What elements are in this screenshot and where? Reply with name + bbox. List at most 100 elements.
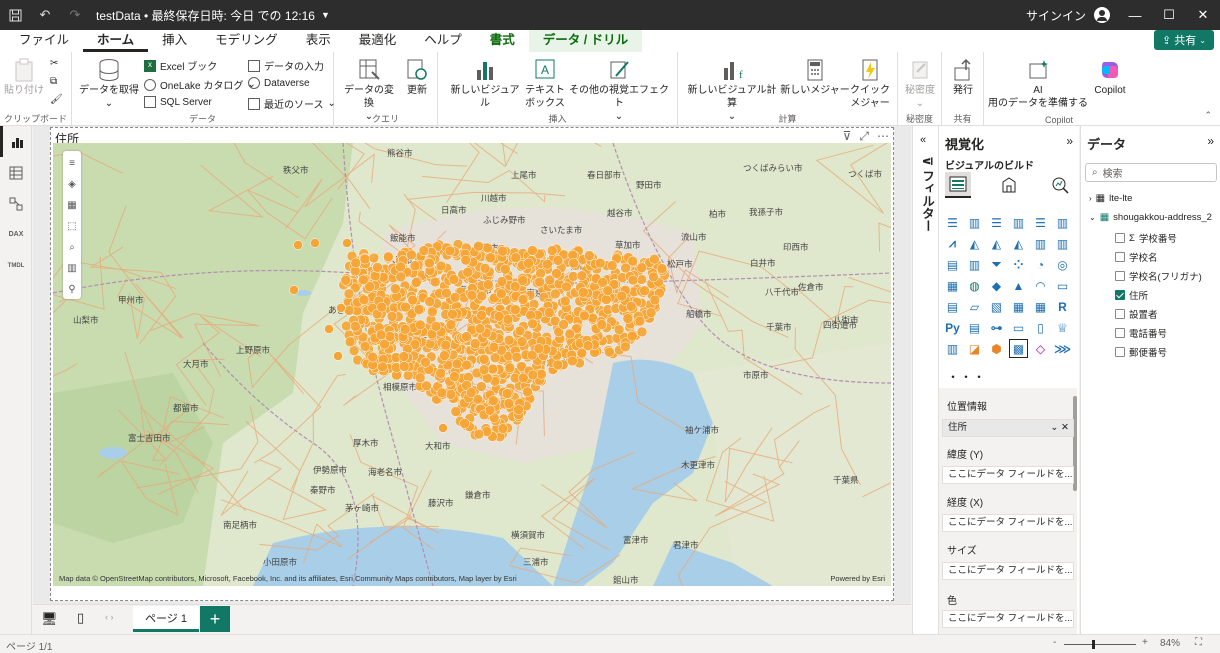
new-visual-button[interactable]: 新しいビジュアル [446,58,524,110]
location-marker[interactable] [568,257,579,269]
line-chart-icon[interactable]: ⩘ [944,235,961,252]
location-marker[interactable] [402,370,414,381]
donut-chart-icon[interactable]: ◎ [1054,256,1071,273]
field-item[interactable]: Σ 学校番号 [1115,231,1177,245]
location-marker[interactable] [377,361,388,373]
location-marker[interactable] [497,245,508,257]
100-column-icon[interactable]: ▥ [1054,214,1071,231]
location-marker[interactable] [289,285,299,295]
location-marker[interactable] [578,287,589,298]
location-marker[interactable] [527,245,538,256]
location-marker[interactable] [341,320,352,332]
kpi-icon[interactable]: ▱ [966,298,983,315]
format-painter-icon[interactable]: 🖌 [50,94,63,105]
clustered-column-icon[interactable]: ▥ [1010,214,1027,231]
filter-pane[interactable]: « ⊽ フィルター [912,126,938,634]
location-marker[interactable] [424,296,435,307]
location-marker[interactable] [616,290,628,302]
location-marker[interactable] [448,274,460,285]
copilot-button[interactable]: Copilot [1088,58,1132,97]
select-icon[interactable]: ⬚ [66,218,78,234]
clustered-bar-icon[interactable]: ☰ [988,214,1005,231]
location-marker[interactable] [367,351,378,363]
tab-format[interactable]: 書式 [476,30,529,52]
undo-icon[interactable]: ↶ [30,0,60,30]
location-marker[interactable] [627,255,638,267]
location-marker[interactable] [504,362,516,374]
location-marker[interactable] [622,313,634,324]
narrative-icon[interactable]: ▯ [1032,319,1049,336]
signin[interactable]: サインイン [1026,0,1110,30]
tab-view[interactable]: 表示 [292,30,345,52]
location-marker[interactable] [372,262,383,273]
location-marker[interactable] [552,255,564,266]
location-marker[interactable] [383,251,394,263]
well-color[interactable]: ここにデータ フィールドを... [942,610,1074,628]
location-marker[interactable] [516,336,528,347]
filled-map-icon[interactable]: ◆ [988,277,1005,294]
location-marker[interactable] [421,380,432,392]
publish-button[interactable]: 発行 [944,58,982,97]
field-checkbox[interactable] [1115,309,1125,319]
area-100-icon[interactable]: ◭ [1010,235,1027,252]
location-marker[interactable] [551,268,562,279]
location-marker[interactable] [503,334,515,346]
location-marker[interactable] [343,288,355,300]
location-marker[interactable] [564,328,576,340]
location-marker[interactable] [579,310,590,322]
location-marker[interactable] [483,279,494,290]
collapse-ribbon-icon[interactable]: ⌃ [1204,110,1212,121]
location-marker[interactable] [407,294,418,306]
location-marker[interactable] [461,359,472,371]
location-marker[interactable] [473,240,484,252]
location-marker[interactable] [500,263,511,275]
zoom-out-button[interactable]: - [1053,637,1056,648]
location-marker[interactable] [523,258,534,269]
field-item[interactable]: 電話番号 [1115,326,1167,340]
copy-icon[interactable]: ⧉ [50,76,57,87]
field-checkbox[interactable] [1115,252,1125,262]
location-marker[interactable] [413,304,425,315]
field-checkbox[interactable] [1115,328,1125,338]
location-marker[interactable] [465,387,477,398]
location-marker[interactable] [474,323,486,334]
location-marker[interactable] [604,346,615,358]
excel-button[interactable]: x Excel ブック [144,58,217,73]
location-marker[interactable] [582,340,594,351]
location-marker[interactable] [482,242,493,254]
location-marker[interactable] [649,294,661,306]
location-marker[interactable] [340,275,351,286]
location-marker[interactable] [469,338,481,349]
location-marker[interactable] [441,287,452,299]
location-marker[interactable] [649,253,660,265]
location-marker[interactable] [558,319,569,330]
location-marker[interactable] [445,319,457,330]
zoom-in-button[interactable]: + [1142,637,1148,648]
multirow-card-icon[interactable]: ▤ [944,298,961,315]
location-marker[interactable] [310,238,320,248]
tab-modeling[interactable]: モデリング [201,30,292,52]
focus-mode-icon[interactable]: ⤢ [859,129,869,144]
location-marker[interactable] [497,423,509,434]
well-size[interactable]: ここにデータ フィールドを... [942,562,1074,580]
location-marker[interactable] [445,389,457,400]
chevron-down-icon[interactable]: ▼ [321,10,330,20]
location-marker[interactable] [511,351,523,363]
tmdl-view-icon[interactable]: TMDL [0,250,32,281]
expand-icon[interactable]: » [1066,134,1073,148]
table-node[interactable]: › ▦ lte-lte [1089,193,1132,204]
chart-icon[interactable]: ▥ [66,260,78,276]
field-item[interactable]: 学校名(フリガナ) [1115,269,1202,283]
paginated-report-icon[interactable]: ▥ [944,340,961,357]
location-marker[interactable] [527,318,538,330]
sql-server-button[interactable]: SQL Server [144,96,212,108]
ai-prepare-data-button[interactable]: AI 用のデータを準備する [988,58,1088,110]
location-marker[interactable] [358,294,370,306]
field-item[interactable]: 郵便番号 [1115,345,1167,359]
location-marker[interactable] [522,386,533,398]
tab-help[interactable]: ヘルプ [410,30,476,52]
chevron-visual-icon[interactable]: ⋙ [1054,340,1071,357]
add-page-button[interactable]: + [200,606,230,632]
field-checkbox[interactable] [1115,347,1125,357]
location-marker[interactable] [406,249,417,261]
